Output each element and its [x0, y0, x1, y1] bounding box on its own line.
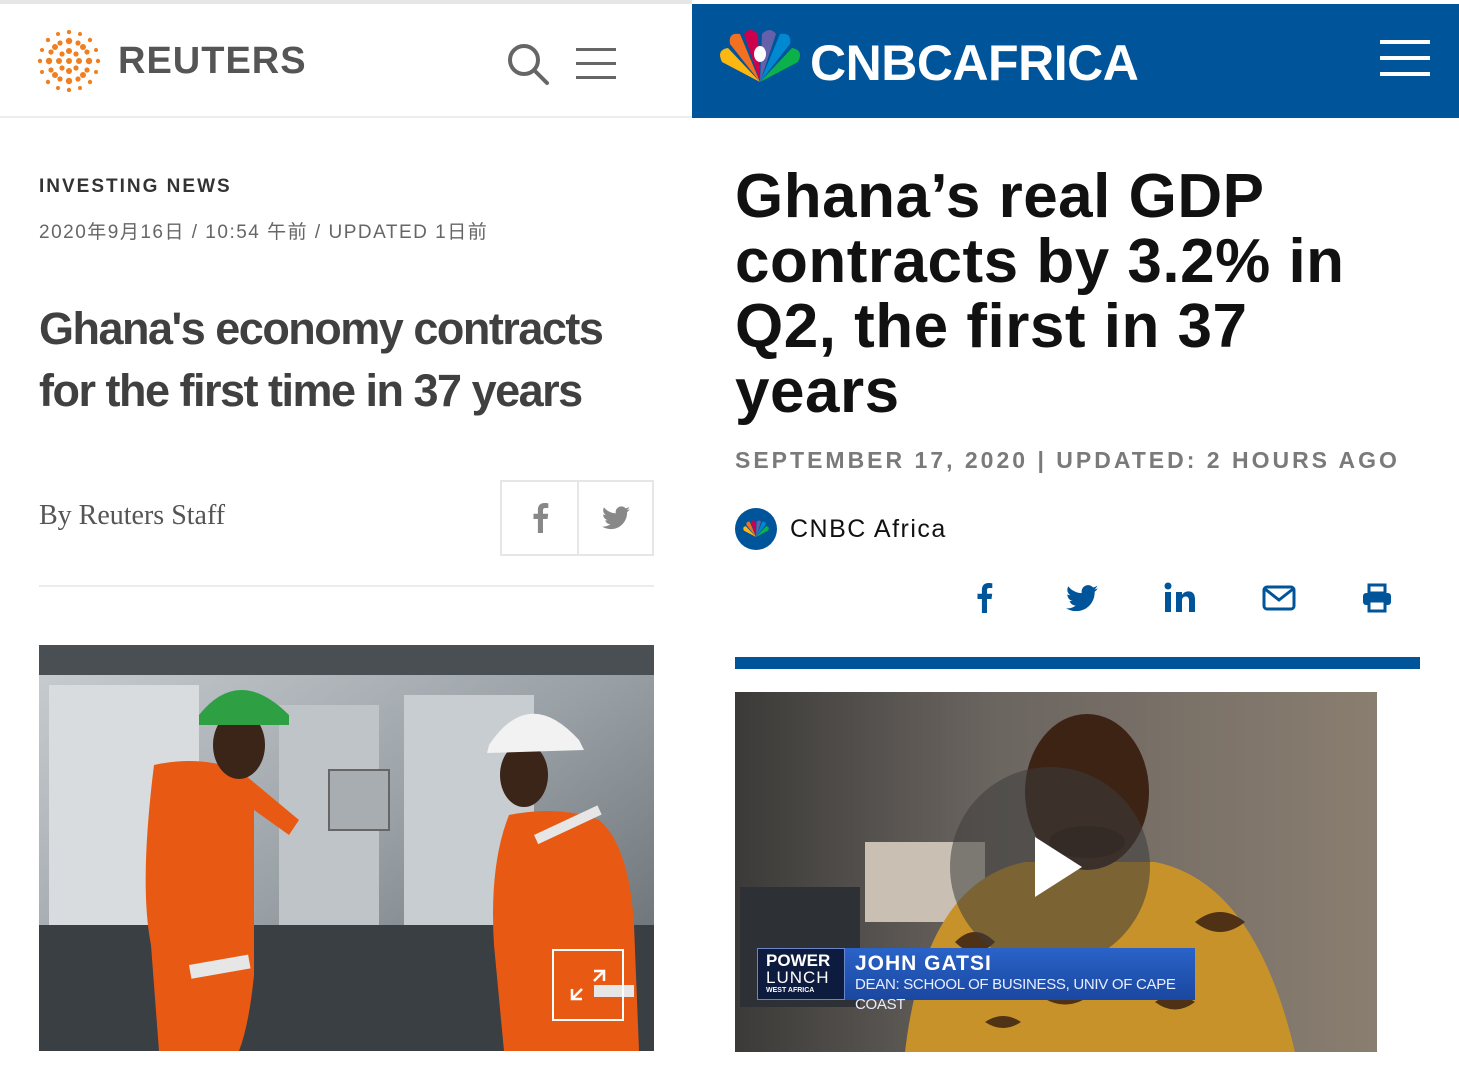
reuters-header: REUTERS — [0, 0, 692, 118]
play-icon — [1035, 837, 1082, 897]
guest-name: JOHN GATSI — [855, 952, 992, 975]
hamburger-menu-icon[interactable] — [576, 46, 616, 80]
linkedin-share-button[interactable] — [1160, 578, 1200, 618]
facebook-icon — [977, 583, 993, 613]
nbc-peacock-icon[interactable] — [716, 28, 804, 86]
article-dateline: SEPTEMBER 17, 2020 | UPDATED: 2 HOURS AG… — [735, 447, 1400, 473]
linkedin-icon — [1164, 582, 1195, 612]
article-dateline: 2020年9月16日 / 10:54 午前 / UPDATED 1日前 — [39, 222, 489, 243]
print-button[interactable] — [1357, 578, 1397, 618]
expand-photo-button[interactable] — [552, 949, 624, 1021]
reuters-article-panel: REUTERS INVESTING NEWS 2020年9月16日 / 10:5… — [0, 0, 692, 1080]
show-name-line2: LUNCH — [766, 968, 830, 987]
guest-title: DEAN: SCHOOL OF BUSINESS, UNIV OF CAPE C… — [855, 976, 1176, 1013]
article-headline: Ghana’s real GDP contracts by 3.2% in Q2… — [735, 162, 1345, 426]
divider — [39, 585, 654, 587]
print-icon — [1363, 583, 1391, 613]
author-name[interactable]: CNBC Africa — [790, 515, 947, 544]
video-player[interactable]: POWER LUNCH WEST AFRICA JOHN GATSI DEAN:… — [735, 692, 1377, 1052]
facebook-icon — [533, 503, 548, 533]
nbc-peacock-icon — [743, 520, 769, 537]
play-button[interactable] — [950, 767, 1150, 967]
share-buttons — [500, 480, 654, 556]
reuters-wordmark[interactable]: REUTERS — [118, 40, 307, 83]
hamburger-menu-icon[interactable] — [1380, 38, 1430, 78]
section-divider — [735, 657, 1420, 669]
search-icon[interactable] — [506, 42, 550, 86]
twitter-icon — [1066, 584, 1098, 611]
article-headline: Ghana's economy contracts for the first … — [39, 303, 604, 416]
article-byline: By Reuters Staff — [39, 500, 226, 531]
reuters-logo-icon[interactable] — [36, 30, 102, 92]
video-lower-third: POWER LUNCH WEST AFRICA JOHN GATSI DEAN:… — [757, 948, 1195, 1013]
cnbc-header: CNBCAFRICA — [692, 4, 1459, 118]
show-region: WEST AFRICA — [766, 987, 815, 994]
article-photo[interactable] — [39, 645, 654, 1051]
author-avatar[interactable] — [735, 508, 777, 550]
cnbc-africa-article-panel: CNBCAFRICA Ghana’s real GDP contracts by… — [692, 0, 1459, 1080]
twitter-share-button[interactable] — [577, 482, 652, 554]
email-share-button[interactable] — [1259, 578, 1299, 618]
facebook-share-button[interactable] — [502, 482, 577, 554]
guest-caption: JOHN GATSI DEAN: SCHOOL OF BUSINESS, UNI… — [845, 948, 1195, 1013]
twitter-icon — [601, 506, 630, 530]
facebook-share-button[interactable] — [964, 578, 1004, 618]
show-logo: POWER LUNCH WEST AFRICA — [757, 948, 845, 1000]
twitter-share-button[interactable] — [1062, 578, 1102, 618]
cnbc-africa-wordmark[interactable]: CNBCAFRICA — [810, 34, 1139, 92]
expand-icon — [570, 969, 606, 1001]
email-icon — [1262, 585, 1296, 611]
section-label[interactable]: INVESTING NEWS — [39, 176, 232, 198]
show-name-line1: POWER — [766, 951, 831, 970]
